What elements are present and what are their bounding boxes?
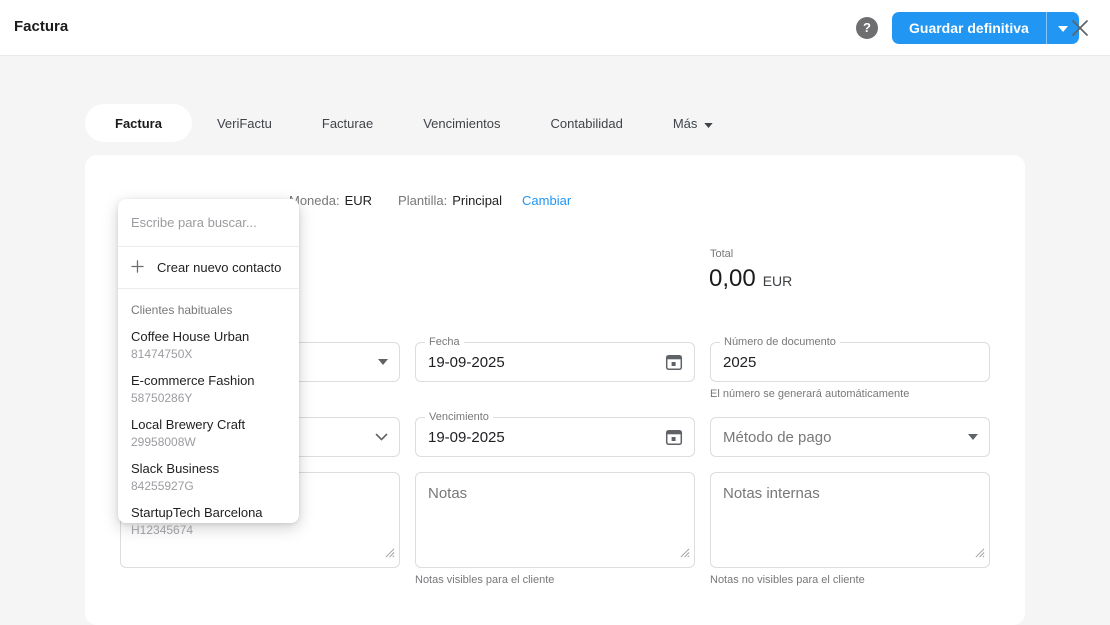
top-bar: Factura ? Guardar definitiva [0, 0, 1110, 56]
total-label: Total [710, 248, 733, 260]
contact-tax-id: 84255927G [131, 478, 286, 494]
contact-tax-id: H12345674 [131, 522, 286, 538]
fecha-field[interactable]: Fecha 19-09-2025 [415, 342, 695, 382]
contact-name: Slack Business [131, 460, 286, 477]
contact-name: StartupTech Barcelona [131, 504, 286, 521]
document-meta-row: Moneda: EUR Plantilla: Principal Cambiar [289, 193, 571, 208]
notas-helper: Notas visibles para el cliente [415, 574, 554, 586]
tab-vencimientos[interactable]: Vencimientos [398, 104, 525, 142]
close-icon[interactable] [1071, 19, 1089, 37]
template-label: Plantilla: [398, 193, 447, 208]
contact-search-input[interactable] [118, 199, 299, 247]
notas-internas-textarea[interactable] [711, 473, 989, 567]
select-arrow-icon [378, 359, 388, 365]
tab-facturae[interactable]: Facturae [297, 104, 398, 142]
contact-search-dropdown: Crear nuevo contacto Clientes habituales… [118, 199, 299, 523]
contact-tax-id: 58750286Y [131, 390, 286, 406]
calendar-icon[interactable] [665, 428, 683, 446]
calendar-icon[interactable] [665, 353, 683, 371]
currency-value: EUR [345, 193, 372, 208]
notas-textarea-wrap [415, 472, 695, 568]
tab-verifactu[interactable]: VeriFactu [192, 104, 297, 142]
metodo-pago-select[interactable]: Método de pago [710, 417, 990, 457]
change-template-link[interactable]: Cambiar [522, 193, 571, 208]
document-tabs: Factura VeriFactu Facturae Vencimientos … [85, 104, 738, 142]
tab-factura[interactable]: Factura [85, 104, 192, 142]
notas-textarea[interactable] [416, 473, 694, 567]
numero-documento-field[interactable]: Número de documento 2025 [710, 342, 990, 382]
create-new-contact-label: Crear nuevo contacto [157, 260, 281, 275]
resize-handle-icon[interactable] [974, 545, 985, 563]
contact-tax-id: 81474750X [131, 346, 286, 362]
fecha-label: Fecha [425, 336, 464, 348]
contact-name: Local Brewery Craft [131, 416, 286, 433]
plus-icon [131, 260, 144, 276]
contact-item[interactable]: StartupTech Barcelona H12345674 [118, 499, 299, 543]
vencimiento-field[interactable]: Vencimiento 19-09-2025 [415, 417, 695, 457]
contact-name: Coffee House Urban [131, 328, 286, 345]
resize-handle-icon[interactable] [679, 545, 690, 563]
save-button[interactable]: Guardar definitiva [892, 12, 1046, 44]
select-arrow-icon [968, 434, 978, 440]
vencimiento-value: 19-09-2025 [416, 429, 505, 446]
resize-handle-icon[interactable] [384, 545, 395, 563]
chevron-down-icon [1058, 19, 1068, 37]
help-icon[interactable]: ? [856, 17, 878, 39]
chevron-down-icon [375, 433, 388, 441]
contact-item[interactable]: Local Brewery Craft 29958008W [118, 411, 299, 455]
save-split-button: Guardar definitiva [892, 12, 1079, 44]
chevron-down-icon [704, 116, 713, 131]
contact-tax-id: 29958008W [131, 434, 286, 450]
template-value: Principal [452, 193, 502, 208]
numero-documento-label: Número de documento [720, 336, 840, 348]
vencimiento-label: Vencimiento [425, 411, 493, 423]
notas-internas-textarea-wrap [710, 472, 990, 568]
contact-item[interactable]: Coffee House Urban 81474750X [118, 323, 299, 367]
fecha-value: 19-09-2025 [416, 354, 505, 371]
total-currency: EUR [763, 273, 793, 289]
notas-internas-helper: Notas no visibles para el cliente [710, 574, 865, 586]
contact-item[interactable]: Slack Business 84255927G [118, 455, 299, 499]
numero-documento-value: 2025 [711, 354, 756, 371]
contact-group-label: Clientes habituales [118, 289, 299, 323]
numero-documento-helper: El número se generará automáticamente [710, 388, 909, 400]
metodo-pago-placeholder: Método de pago [711, 429, 831, 446]
create-new-contact-button[interactable]: Crear nuevo contacto [118, 247, 299, 289]
contact-item[interactable]: E-commerce Fashion 58750286Y [118, 367, 299, 411]
page-title: Factura [14, 18, 68, 35]
total-amount: 0,00EUR [709, 265, 792, 293]
tab-contabilidad[interactable]: Contabilidad [526, 104, 648, 142]
tab-mas[interactable]: Más [648, 104, 739, 142]
contact-name: E-commerce Fashion [131, 372, 286, 389]
